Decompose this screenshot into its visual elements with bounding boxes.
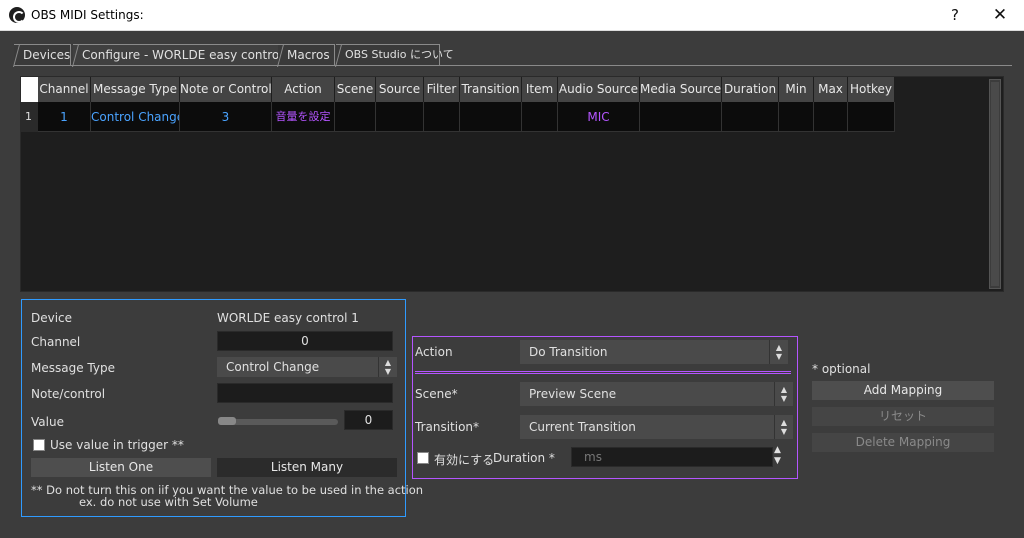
cell-hotkey[interactable]	[848, 102, 895, 132]
header-note-or-control[interactable]: Note or Control	[180, 77, 272, 102]
add-mapping-button[interactable]: Add Mapping	[812, 381, 994, 400]
cell-channel[interactable]: 1	[38, 102, 91, 132]
device-panel: Device WORLDE easy control 1 Channel 0 M…	[21, 299, 423, 517]
enable-duration-checkbox[interactable]	[417, 452, 429, 464]
transition-value: Current Transition	[529, 420, 636, 434]
help-button[interactable]: ?	[932, 0, 978, 31]
header-max[interactable]: Max	[814, 77, 848, 102]
channel-field[interactable]: 0	[217, 331, 393, 351]
action-value: Do Transition	[529, 345, 608, 359]
cell-transition[interactable]	[460, 102, 522, 132]
obs-logo-icon	[9, 7, 25, 23]
row-index[interactable]: 1	[21, 102, 38, 132]
header-audio-source[interactable]: Audio Source	[558, 77, 640, 102]
transition-select[interactable]: Current Transition ▲ ▼	[520, 415, 793, 439]
use-value-checkbox[interactable]	[33, 439, 45, 451]
optional-note: * optional	[812, 362, 871, 376]
cell-max[interactable]	[814, 102, 848, 132]
message-type-select[interactable]: Control Change ▲ ▼	[217, 357, 397, 377]
listen-one-button[interactable]: Listen One	[31, 458, 211, 477]
channel-label: Channel	[31, 335, 81, 349]
action-label: Action	[415, 345, 453, 359]
header-media-source[interactable]: Media Source	[640, 77, 722, 102]
message-type-label: Message Type	[31, 361, 115, 375]
cell-action[interactable]: 音量を設定	[272, 102, 335, 132]
note-control-field[interactable]	[217, 383, 393, 403]
header-transition[interactable]: Transition	[460, 77, 522, 102]
header-item[interactable]: Item	[522, 77, 558, 102]
tab-divider	[14, 65, 1012, 66]
header-message-type[interactable]: Message Type	[91, 77, 180, 102]
duration-stepper-icon[interactable]: ▲ ▼	[774, 445, 781, 467]
action-separator	[415, 371, 791, 374]
use-value-label: Use value in trigger **	[50, 438, 184, 452]
header-channel[interactable]: Channel	[38, 77, 91, 102]
header-hotkey[interactable]: Hotkey	[848, 77, 895, 102]
delete-mapping-button[interactable]: Delete Mapping	[812, 433, 994, 452]
reset-button[interactable]: リセット	[812, 407, 994, 426]
scrollbar-thumb[interactable]	[991, 82, 999, 286]
value-field[interactable]: 0	[344, 410, 393, 430]
value-slider[interactable]	[218, 419, 338, 425]
cell-scene[interactable]	[335, 102, 376, 132]
updown-arrows-icon: ▲ ▼	[774, 415, 793, 439]
cell-media-source[interactable]	[640, 102, 722, 132]
value-slider-handle[interactable]	[218, 417, 236, 425]
close-button[interactable]: ✕	[977, 0, 1023, 31]
header-filter[interactable]: Filter	[424, 77, 460, 102]
value-label: Value	[31, 415, 64, 429]
transition-label: Transition*	[415, 420, 480, 434]
cell-audio-source[interactable]: MIC	[558, 102, 640, 132]
title-bar: OBS MIDI Settings: ? ✕	[0, 0, 1024, 31]
cell-source[interactable]	[376, 102, 424, 132]
cell-filter[interactable]	[424, 102, 460, 132]
tab-devices[interactable]: Devices	[14, 44, 71, 66]
header-min[interactable]: Min	[779, 77, 814, 102]
scene-select[interactable]: Preview Scene ▲ ▼	[520, 382, 793, 406]
scene-label: Scene*	[415, 387, 458, 401]
header-scene[interactable]: Scene	[335, 77, 376, 102]
cell-min[interactable]	[779, 102, 814, 132]
mapping-table: Channel Message Type Note or Control Act…	[20, 76, 1004, 292]
duration-field[interactable]: ms	[571, 447, 773, 467]
tab-configure[interactable]: Configure - WORLDE easy control 1	[73, 44, 294, 66]
tab-macros[interactable]: Macros	[278, 44, 335, 66]
updown-arrows-icon: ▲ ▼	[774, 382, 793, 406]
duration-label: Duration *	[493, 451, 555, 465]
updown-arrows-icon: ▲ ▼	[769, 340, 788, 364]
note-control-label: Note/control	[31, 387, 106, 401]
tab-about[interactable]: OBS Studio について	[336, 44, 454, 66]
header-action[interactable]: Action	[272, 77, 335, 102]
table-scrollbar[interactable]	[989, 79, 1001, 289]
message-type-value: Control Change	[226, 360, 320, 374]
listen-many-button[interactable]: Listen Many	[217, 458, 397, 477]
enable-label: 有効にする	[434, 453, 495, 467]
warning-note-line2: ex. do not use with Set Volume	[79, 495, 258, 509]
header-duration[interactable]: Duration	[722, 77, 779, 102]
device-value: WORLDE easy control 1	[217, 311, 359, 325]
cell-item[interactable]	[522, 102, 558, 132]
updown-arrows-icon: ▲ ▼	[378, 357, 397, 377]
device-label: Device	[31, 311, 73, 325]
header-source[interactable]: Source	[376, 77, 424, 102]
cell-note[interactable]: 3	[180, 102, 272, 132]
action-select[interactable]: Do Transition ▲ ▼	[520, 340, 788, 364]
scene-value: Preview Scene	[529, 387, 617, 401]
window-title: OBS MIDI Settings:	[31, 8, 144, 22]
action-panel: Action Do Transition ▲ ▼ Scene* Preview S…	[412, 336, 798, 479]
table-corner[interactable]	[21, 77, 38, 102]
cell-message-type[interactable]: Control Change	[91, 102, 180, 132]
cell-duration[interactable]	[722, 102, 779, 132]
